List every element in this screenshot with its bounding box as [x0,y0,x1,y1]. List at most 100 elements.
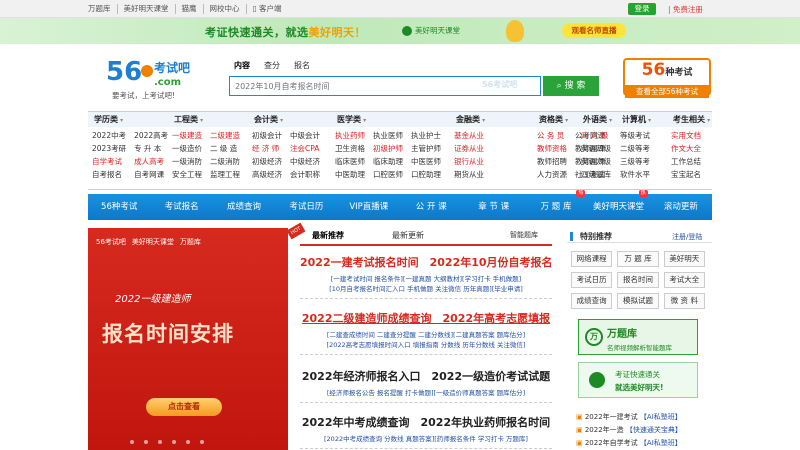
register-link[interactable]: | 免费注册 [668,4,703,15]
sidebar-grid-item[interactable]: 考试大全 [663,272,705,288]
category-link[interactable]: 2023考研 [92,143,126,155]
category-link[interactable]: 卫生资格 [335,143,365,155]
category-link[interactable]: 会计职称 [290,169,320,181]
category-link[interactable]: 银行从业 [454,156,484,168]
news-headline[interactable]: 2022年中考成绩查询 2022年执业药师报名时间 [300,414,552,430]
sidebar-grid-item[interactable]: 美好明天 [663,251,705,267]
slider-dot[interactable] [172,440,176,444]
category-link[interactable]: 中级经济 [290,156,320,168]
nav-item-5[interactable]: 公 开 课 [400,194,462,220]
category-link[interactable]: 经 济 师 [252,143,282,155]
category-link[interactable]: 等级考试 [620,130,650,142]
category-link[interactable]: 口腔助理 [411,169,441,181]
news-sublinks[interactable]: [二建查成绩时间 二建查分提醒 二建分数线][二建真题答案 题库估分] [300,330,552,340]
nav-item-8[interactable]: 美好明天课堂 热 [587,190,649,220]
category-link[interactable]: 口腔医师 [373,169,403,181]
category-link[interactable]: 二级消防 [210,156,240,168]
category-link[interactable]: 2022高考 [134,130,168,142]
tiku-ad[interactable]: 万 万题库 名师视频解析智能题库 [578,319,698,355]
category-head[interactable]: 医学类 [331,112,450,127]
slider-dot[interactable] [130,440,134,444]
category-link[interactable]: 初级经济 [252,156,282,168]
slider-dot[interactable] [200,440,204,444]
category-head[interactable]: 计算机 [616,112,667,127]
category-link[interactable]: 成人高考 [134,156,168,168]
category-link[interactable]: 执业医师 [373,130,403,142]
category-link[interactable]: 临床助理 [373,156,403,168]
category-link[interactable]: 中医助理 [335,169,365,181]
nav-item-0[interactable]: 56种考试 [88,194,150,220]
slider-dot[interactable] [186,440,190,444]
tab-latest-recommend[interactable]: 最新推荐 [312,230,344,241]
news-sublinks[interactable]: [10月自考报名时间汇入口 手机做题 关注微信 历年真题][毕业申请] [300,284,552,294]
category-link[interactable]: 自考报名 [92,169,126,181]
category-head[interactable]: 学历类 [88,112,168,127]
sidebar-grid-item[interactable]: 微 资 料 [663,293,705,309]
slider-dot[interactable] [158,440,162,444]
category-link[interactable]: 英语六级 [581,156,611,168]
category-head[interactable]: 资格类 [533,112,577,127]
category-link[interactable]: 基金从业 [454,130,484,142]
slider-view-button[interactable]: 点击查看 [146,398,222,416]
category-link[interactable]: 二 级 造 [210,143,240,155]
category-link[interactable]: 四 六 级 [581,130,611,142]
category-head[interactable]: 会计类 [248,112,331,127]
all-exams-promo[interactable]: 56种考试 查看全部56种考试 [623,58,711,98]
category-link[interactable]: 一级消防 [172,156,202,168]
news-sublinks[interactable]: [2022中考成绩查询 分数线 真题答案][药师报名条件 学习打卡 万题库] [300,434,552,444]
top-link-classroom[interactable]: 美好明天课堂 [118,4,176,14]
search-tab-score[interactable]: 查分 [264,60,280,71]
news-headline[interactable]: 2022一建考试报名时间 2022年10月份自考报名 [300,254,553,270]
news-sublinks[interactable]: [一建考试时间 报名条件][一建真题 大纲教材][学习打卡 手机做题] [300,274,552,284]
category-head[interactable]: 考生相关 [667,112,712,127]
category-link[interactable]: 初级护师 [373,143,403,155]
category-link[interactable]: 执业护士 [411,130,441,142]
sidebar-login-link[interactable]: 注册/登陆 [672,232,702,242]
top-link-client[interactable]: ▯ 客户端 [247,4,288,14]
category-head[interactable]: 金融类 [450,112,533,127]
sidebar-grid-item[interactable]: 网络课程 [571,251,613,267]
tab-smart-tiku[interactable]: 智能题库 [510,230,538,240]
category-link[interactable]: 一级造价 [172,143,202,155]
category-link[interactable]: 英语四级 [581,143,611,155]
category-link[interactable]: 安全工程 [172,169,202,181]
category-link[interactable]: 四级题库 [581,169,611,181]
site-logo[interactable]: 56 考试吧 .com [106,54,206,92]
nav-item-3[interactable]: 考试日历 [275,194,337,220]
sidebar-grid-item[interactable]: 模拟试题 [617,293,659,309]
category-link[interactable]: 注会CPA [290,143,320,155]
category-link[interactable]: 人力资源 [537,169,567,181]
sidebar-news-item[interactable]: ▣ 2022年一造 【快速通关宝典】 [576,425,682,435]
top-link-school[interactable]: 网校中心 [204,4,247,14]
tab-latest-update[interactable]: 最新更新 [392,230,424,241]
sidebar-grid-item[interactable]: 考试日历 [571,272,613,288]
category-link[interactable]: 一级建造 [172,130,202,142]
category-link[interactable]: 中级会计 [290,130,320,142]
category-link[interactable]: 初级会计 [252,130,282,142]
category-link[interactable]: 二级等考 [620,143,650,155]
category-link[interactable]: 中医医师 [411,156,441,168]
category-link[interactable]: 2022中考 [92,130,126,142]
slider-dot[interactable] [144,440,148,444]
search-tab-content[interactable]: 内容 [234,60,250,71]
watch-live-button[interactable]: 观看名师直播 [562,23,626,38]
category-link[interactable]: 高级经济 [252,169,282,181]
category-link[interactable]: 宝宝起名 [671,169,701,181]
news-headline[interactable]: 2022年经济师报名入口 2022一级造价考试试题 [300,368,552,384]
category-link[interactable]: 专 升 本 [134,143,168,155]
news-headline[interactable]: 2022二级建造师成绩查询 2022年高考志愿填报 [300,310,552,326]
category-link[interactable]: 自考网课 [134,169,168,181]
category-link[interactable]: 临床医师 [335,156,365,168]
classroom-ad[interactable]: 考证快速通关 就选美好明天! [578,362,698,398]
search-button[interactable]: ⌕ 搜 索 [543,76,599,96]
category-link[interactable]: 作文大全 [671,143,701,155]
category-link[interactable]: 期货从业 [454,169,484,181]
category-head[interactable]: 外语类 [577,112,616,127]
nav-item-9[interactable]: 滚动更新 [650,194,712,220]
login-button[interactable]: 登录 [628,3,656,15]
sidebar-grid-item[interactable]: 万 题 库 [617,251,659,267]
category-link[interactable]: 自学考试 [92,156,126,168]
category-head[interactable]: 工程类 [168,112,248,127]
category-link[interactable]: 公 务 员 [537,130,567,142]
nav-item-6[interactable]: 章 节 课 [462,194,524,220]
